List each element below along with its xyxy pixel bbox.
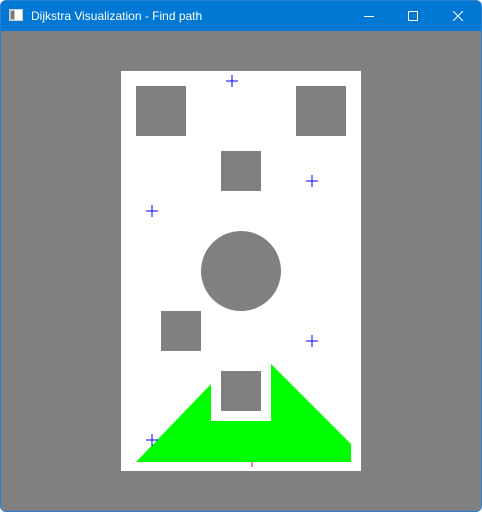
obstacle-circle [201, 231, 281, 311]
maximize-icon [408, 11, 418, 21]
app-window-icon [9, 9, 23, 21]
obstacle-square [221, 371, 261, 411]
title-bar[interactable]: Dijkstra Visualization - Find path [1, 1, 481, 31]
app-window: Dijkstra Visualization - Find path [0, 0, 482, 512]
obstacle-square [136, 86, 186, 136]
visualization-canvas[interactable] [1, 31, 481, 511]
close-button[interactable] [435, 1, 481, 31]
maximize-button[interactable] [390, 1, 436, 31]
obstacle-square [161, 311, 201, 351]
minimize-button[interactable] [346, 1, 392, 31]
window-title: Dijkstra Visualization - Find path [31, 9, 203, 23]
obstacle-square [296, 86, 346, 136]
client-area [1, 31, 481, 511]
minimize-icon [364, 16, 374, 17]
obstacle-square [221, 151, 261, 191]
close-icon [453, 11, 463, 21]
